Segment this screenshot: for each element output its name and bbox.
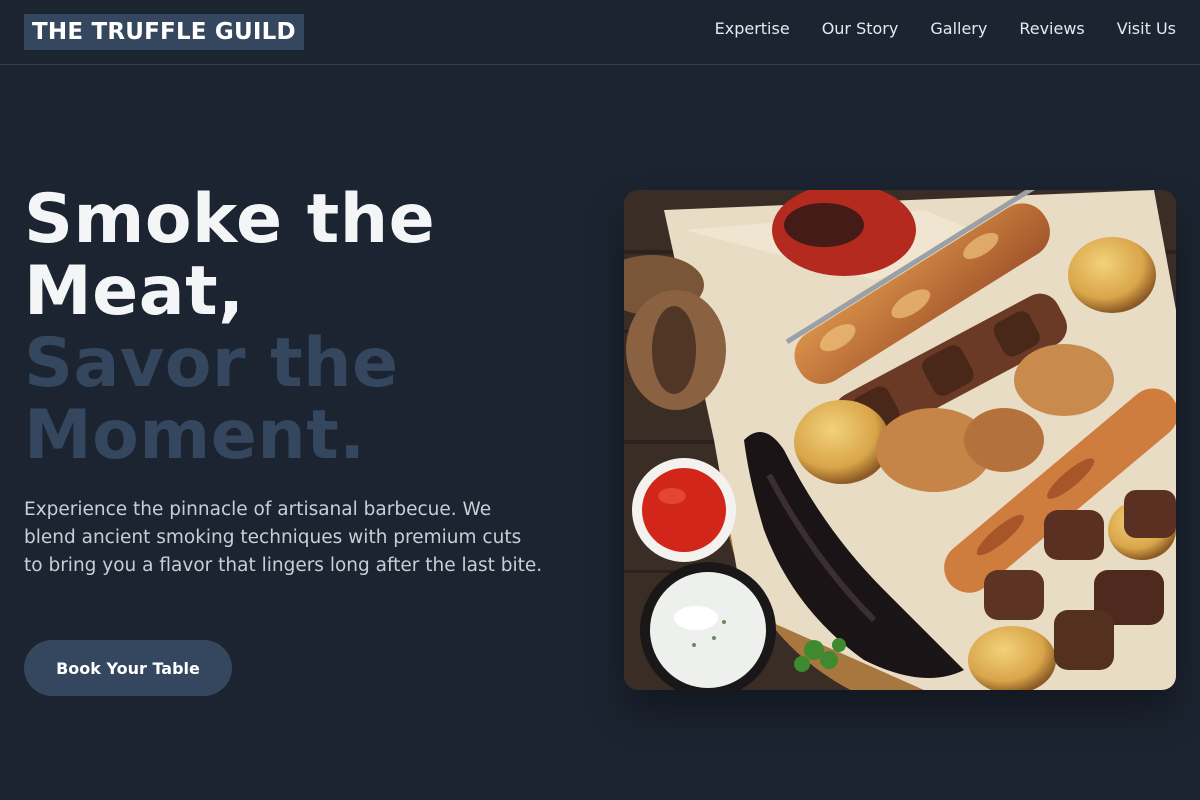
- hero-title-line-4: Moment.: [24, 396, 366, 475]
- nav-link-our-story[interactable]: Our Story: [822, 19, 899, 39]
- nav-link-reviews[interactable]: Reviews: [1019, 19, 1084, 39]
- hero-title: Smoke the Meat, Savor the Moment.: [24, 184, 584, 472]
- book-table-button[interactable]: Book Your Table: [24, 640, 232, 696]
- nav-link-gallery[interactable]: Gallery: [930, 19, 987, 39]
- brand-logo[interactable]: THE TRUFFLE GUILD: [24, 14, 304, 50]
- nav-links: Expertise Our Story Gallery Reviews Visi…: [715, 19, 1176, 39]
- nav-link-expertise[interactable]: Expertise: [715, 19, 790, 39]
- hero-title-line-1: Smoke the: [24, 180, 436, 259]
- grilled-platter-illustration: [624, 190, 1176, 690]
- hero-title-line-3: Savor the: [24, 324, 399, 403]
- hero-description: Experience the pinnacle of artisanal bar…: [24, 499, 543, 576]
- hero-title-line-2: Meat,: [24, 252, 245, 331]
- hero-food-image: [624, 190, 1176, 690]
- nav-link-visit-us[interactable]: Visit Us: [1117, 19, 1176, 39]
- top-navbar: THE TRUFFLE GUILD Expertise Our Story Ga…: [0, 0, 1200, 65]
